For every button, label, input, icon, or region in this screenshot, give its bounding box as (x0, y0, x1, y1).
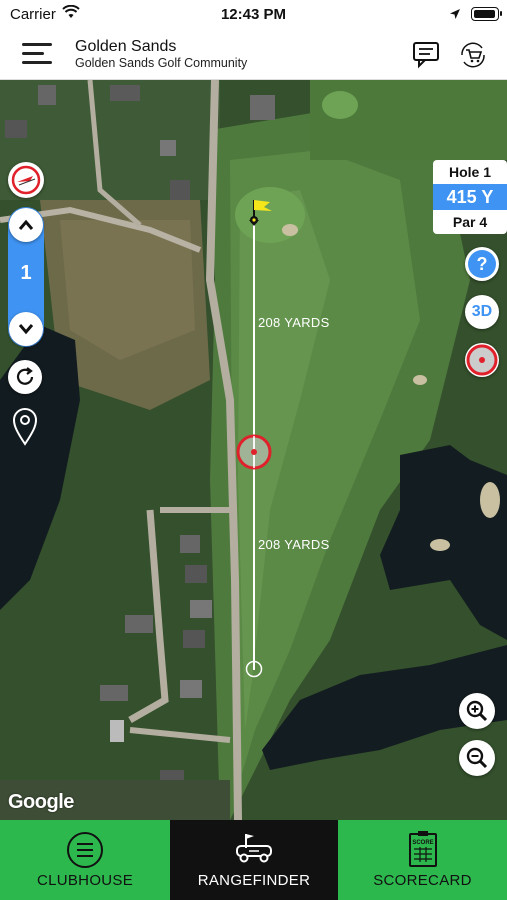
location-arrow-icon (449, 7, 461, 25)
golf-cart-icon (236, 834, 272, 863)
map-attribution: Google (8, 791, 74, 813)
tab-rangefinder[interactable]: RANGEFINDER (170, 820, 338, 900)
view-3d-label: 3D (471, 303, 493, 320)
scorecard-icon: SCORE (408, 831, 437, 867)
hole-yardage: 415 Y (433, 184, 507, 210)
tee-marker[interactable] (245, 660, 263, 678)
hole-up-button[interactable] (9, 208, 43, 242)
course-title: Golden Sands (75, 38, 177, 55)
target-toggle-button[interactable] (465, 343, 499, 377)
zoom-in-icon (466, 700, 488, 722)
tab-rangefinder-label: RANGEFINDER (197, 872, 311, 889)
target-icon (466, 344, 498, 376)
hole-down-button[interactable] (9, 312, 43, 346)
location-pin-icon[interactable] (11, 406, 39, 446)
zoom-out-button[interactable] (459, 740, 495, 776)
zoom-out-icon (466, 747, 488, 769)
help-icon: ? (468, 250, 496, 278)
hole-stepper: 1 (8, 207, 44, 347)
tab-scorecard[interactable]: SCORE SCORECARD (338, 820, 507, 900)
zoom-in-button[interactable] (459, 693, 495, 729)
help-button[interactable]: ? (465, 247, 499, 281)
tab-clubhouse[interactable]: CLUBHOUSE (0, 820, 170, 900)
status-bar: Carrier 12:43 PM (0, 0, 507, 30)
hole-info-card[interactable]: Hole 1 415 Y Par 4 (433, 160, 507, 234)
hole-label: Hole 1 (448, 164, 491, 180)
course-map[interactable]: 208 YARDS 208 YARDS 1 Hole 1 415 Y Par 4… (0, 80, 507, 820)
target-reticle[interactable] (236, 434, 272, 470)
scorecard-icon-text: SCORE (412, 840, 433, 846)
tab-clubhouse-label: CLUBHOUSE (36, 872, 134, 889)
hole-par: Par 4 (452, 214, 488, 230)
course-subtitle: Golden Sands Golf Community (75, 56, 248, 70)
battery-icon (471, 7, 502, 21)
distance-lower-label: 208 YARDS (258, 537, 330, 552)
flag-pin-icon[interactable] (246, 196, 276, 226)
cart-refresh-icon[interactable] (456, 38, 488, 70)
refresh-icon[interactable] (8, 360, 42, 394)
distance-upper-label: 208 YARDS (258, 315, 330, 330)
chat-icon[interactable] (410, 38, 442, 70)
wind-icon[interactable] (8, 162, 44, 198)
clock: 12:43 PM (220, 6, 287, 23)
menu-icon[interactable] (22, 39, 56, 69)
app-header: Golden Sands Golden Sands Golf Community (0, 30, 507, 80)
current-hole-number: 1 (20, 262, 32, 284)
view-3d-button[interactable]: 3D (465, 295, 499, 329)
clubhouse-menu-icon (67, 832, 103, 868)
tab-scorecard-label: SCORECARD (373, 872, 472, 889)
bottom-nav: CLUBHOUSE RANGEFINDER SCORE SCORECARD (0, 820, 507, 900)
